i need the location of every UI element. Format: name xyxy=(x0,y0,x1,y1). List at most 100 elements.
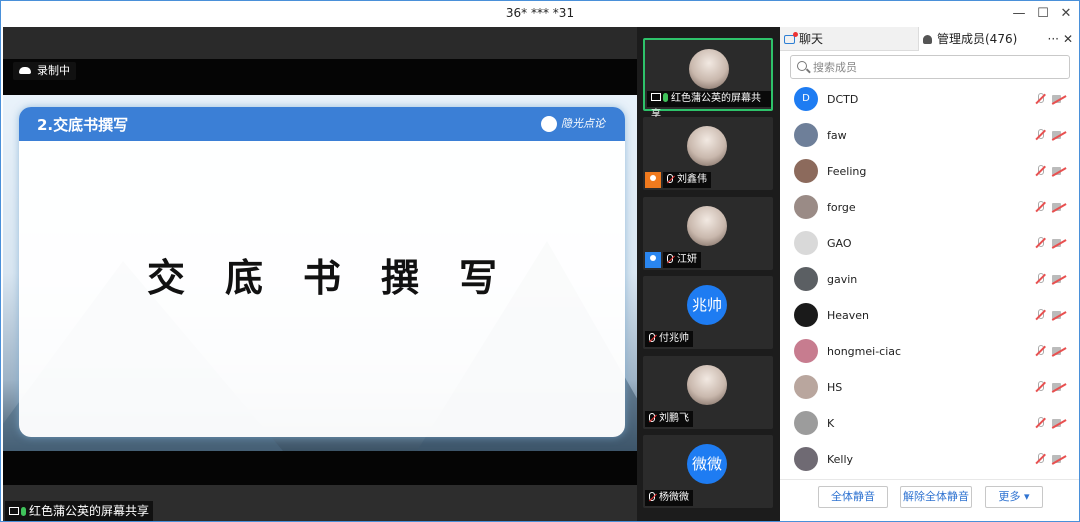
video-tile[interactable]: 刘鹏飞 xyxy=(643,356,773,429)
share-label-text: 红色蒲公英的屏幕共享 xyxy=(29,504,150,518)
mic-muted-icon[interactable] xyxy=(1035,237,1045,249)
mic-muted-icon xyxy=(649,333,655,342)
camera-off-icon[interactable] xyxy=(1052,311,1066,320)
mic-muted-icon[interactable] xyxy=(1035,309,1045,321)
participant-avatar: 兆帅 xyxy=(687,285,727,325)
member-row[interactable]: GAO xyxy=(780,227,1079,263)
mic-muted-icon[interactable] xyxy=(1035,417,1045,429)
slide-logo-text: 隐光点论 xyxy=(561,117,605,130)
member-avatar xyxy=(794,447,818,471)
slide-big-title: 交底书撰写 xyxy=(146,256,537,300)
member-name: Heaven xyxy=(827,309,870,322)
member-panel: 聊天 管理成员(476) ··· ✕ D DCTD faw xyxy=(780,27,1079,521)
camera-off-icon[interactable] xyxy=(1052,167,1066,176)
camera-off-icon[interactable] xyxy=(1052,455,1066,464)
search-box[interactable] xyxy=(790,55,1070,79)
member-avatar xyxy=(794,267,818,291)
camera-off-icon[interactable] xyxy=(1052,239,1066,248)
member-avatar xyxy=(794,231,818,255)
more-button[interactable]: 更多 ▾ xyxy=(985,486,1043,508)
mic-muted-icon[interactable] xyxy=(1035,453,1045,465)
video-tile[interactable]: 江妍 xyxy=(643,197,773,270)
tile-name: 刘鹏飞 xyxy=(659,413,689,424)
member-row[interactable]: HS xyxy=(780,371,1079,407)
logo-icon xyxy=(541,116,557,132)
tab-chat[interactable]: 聊天 xyxy=(780,27,918,51)
mic-on-icon xyxy=(663,93,668,102)
tab-chat-label: 聊天 xyxy=(799,32,824,46)
more-options-icon[interactable]: ··· xyxy=(1048,27,1059,51)
tile-name: 刘鑫伟 xyxy=(677,174,707,185)
tile-name: 付兆帅 xyxy=(659,333,689,344)
member-row[interactable]: faw xyxy=(780,119,1079,155)
recording-badge: 录制中 xyxy=(13,62,76,80)
letterbox-bottom xyxy=(3,451,637,485)
mic-muted-icon[interactable] xyxy=(1035,93,1045,105)
video-tiles-column: 红色蒲公英的屏幕共享 刘鑫伟 江妍 兆帅 付兆帅 刘鹏飞 微微 杨微微 xyxy=(637,27,780,521)
shared-screen-view[interactable]: 录制中 2.交底书撰写 隐光点论 交底书撰写 红色蒲公英的屏幕共享 xyxy=(3,27,637,521)
mic-muted-icon[interactable] xyxy=(1035,381,1045,393)
member-avatar xyxy=(794,303,818,327)
tile-name-label: 付兆帅 xyxy=(645,331,693,347)
camera-off-icon[interactable] xyxy=(1052,131,1066,140)
maximize-icon[interactable]: ☐ xyxy=(1033,4,1053,24)
member-name: forge xyxy=(827,201,856,214)
member-avatar: D xyxy=(794,87,818,111)
mic-muted-icon xyxy=(649,492,655,501)
member-row[interactable]: Heaven xyxy=(780,299,1079,335)
mic-muted-icon[interactable] xyxy=(1035,345,1045,357)
mic-muted-icon xyxy=(667,254,673,263)
tile-name-label: 红色蒲公英的屏幕共享 xyxy=(647,91,771,120)
host-icon xyxy=(645,172,661,188)
member-row[interactable]: D DCTD xyxy=(780,83,1079,119)
member-row[interactable]: Kelly xyxy=(780,443,1079,479)
panel-footer: 全体静音 解除全体静音 更多 ▾ xyxy=(780,479,1079,521)
camera-off-icon[interactable] xyxy=(1052,203,1066,212)
unmute-all-button[interactable]: 解除全体静音 xyxy=(900,486,972,508)
mute-all-button[interactable]: 全体静音 xyxy=(818,486,888,508)
person-icon xyxy=(923,35,932,44)
mic-muted-icon[interactable] xyxy=(1035,165,1045,177)
member-row[interactable]: gavin xyxy=(780,263,1079,299)
search-input[interactable] xyxy=(813,59,1063,75)
chat-icon xyxy=(784,32,798,44)
participant-avatar: 微微 xyxy=(687,444,727,484)
member-name: hongmei-ciac xyxy=(827,345,902,358)
member-row[interactable]: hongmei-ciac xyxy=(780,335,1079,371)
video-tile[interactable]: 微微 杨微微 xyxy=(643,435,773,508)
slide-header: 2.交底书撰写 隐光点论 xyxy=(19,107,625,141)
member-name: GAO xyxy=(827,237,852,250)
camera-off-icon[interactable] xyxy=(1052,419,1066,428)
window-title: 36* *** *31 xyxy=(505,6,575,20)
mic-muted-icon[interactable] xyxy=(1035,129,1045,141)
member-name: Kelly xyxy=(827,453,854,466)
member-avatar xyxy=(794,375,818,399)
member-row[interactable]: K xyxy=(780,407,1079,443)
minimize-icon[interactable]: — xyxy=(1009,4,1029,24)
participant-avatar xyxy=(687,206,727,246)
camera-off-icon[interactable] xyxy=(1052,383,1066,392)
close-icon[interactable]: ✕ xyxy=(1056,4,1076,24)
mic-on-icon xyxy=(21,507,26,516)
camera-off-icon[interactable] xyxy=(1052,275,1066,284)
title-bar: 36* *** *31 — ☐ ✕ xyxy=(1,1,1079,27)
video-tile[interactable]: 红色蒲公英的屏幕共享 xyxy=(643,38,773,120)
camera-off-icon[interactable] xyxy=(1052,95,1066,104)
mic-muted-icon xyxy=(667,174,673,183)
slide-logo: 隐光点论 xyxy=(541,115,605,132)
mic-muted-icon[interactable] xyxy=(1035,201,1045,213)
tab-members-label: 管理成员(476) xyxy=(937,32,1018,46)
tile-name-label: 江妍 xyxy=(663,252,701,268)
video-tile[interactable]: 刘鑫伟 xyxy=(643,117,773,190)
video-tile[interactable]: 兆帅 付兆帅 xyxy=(643,276,773,349)
member-row[interactable]: Feeling xyxy=(780,155,1079,191)
screen-share-icon xyxy=(9,507,19,515)
member-name: K xyxy=(827,417,835,430)
member-name: faw xyxy=(827,129,847,142)
mic-muted-icon[interactable] xyxy=(1035,273,1045,285)
member-name: gavin xyxy=(827,273,858,286)
member-row[interactable]: forge xyxy=(780,191,1079,227)
search-icon xyxy=(797,61,807,71)
close-panel-icon[interactable]: ✕ xyxy=(1063,27,1073,51)
camera-off-icon[interactable] xyxy=(1052,347,1066,356)
